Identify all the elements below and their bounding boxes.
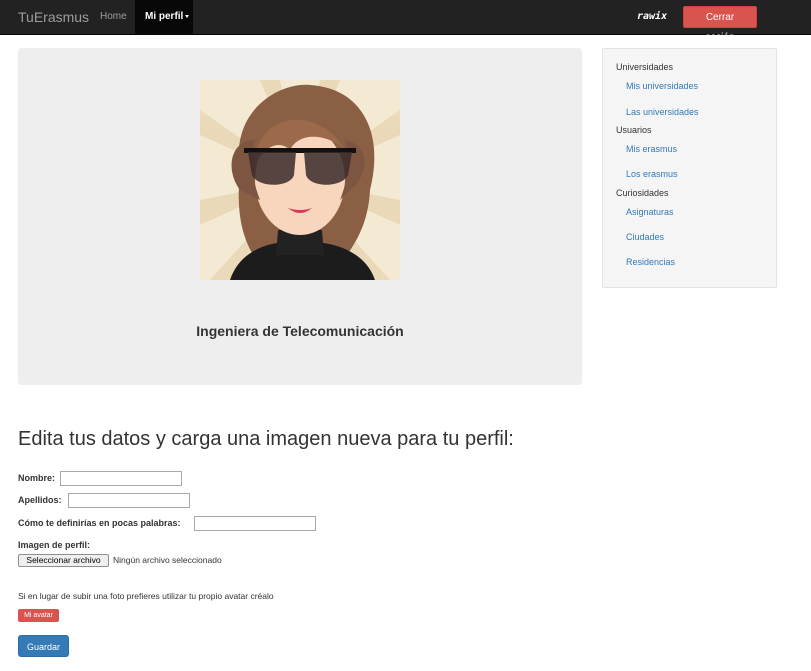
- caret-down-icon: [185, 14, 190, 18]
- sidebar-link-las-universidades[interactable]: Las universidades: [626, 107, 699, 117]
- sidebar-heading-universidades: Universidades: [616, 62, 674, 72]
- my-avatar-button[interactable]: Mi avatar: [18, 609, 59, 622]
- save-button[interactable]: Guardar: [18, 635, 69, 657]
- sidebar-link-asignaturas[interactable]: Asignaturas: [626, 207, 674, 217]
- sidebar-link-mis-erasmus[interactable]: Mis erasmus: [626, 144, 677, 154]
- nombre-input[interactable]: [60, 471, 182, 486]
- nav-profile-label: Mi perfil: [145, 11, 184, 22]
- nombre-label: Nombre:: [18, 473, 56, 483]
- sidebar-link-los-erasmus[interactable]: Los erasmus: [626, 169, 678, 179]
- definicion-input[interactable]: [194, 516, 316, 531]
- nav-profile-dropdown[interactable]: Mi perfil: [135, 0, 193, 35]
- avatar-hint: Si en lugar de subir una foto prefieres …: [18, 591, 274, 601]
- sidebar-link-residencias[interactable]: Residencias: [626, 257, 675, 267]
- apellidos-input[interactable]: [68, 493, 190, 508]
- sidebar-heading-curiosidades: Curiosidades: [616, 188, 669, 198]
- brand-link[interactable]: TuErasmus: [18, 0, 89, 35]
- logout-button[interactable]: Cerrar sesión: [683, 6, 757, 43]
- sidebar-heading-usuarios: Usuarios: [616, 125, 652, 135]
- file-select-button[interactable]: Seleccionar archivo: [18, 554, 109, 567]
- imagen-label: Imagen de perfil:: [18, 540, 91, 550]
- profile-card: Ingeniera de Telecomunicación: [18, 48, 582, 385]
- apellidos-label: Apellidos:: [18, 495, 62, 505]
- sidebar-link-ciudades[interactable]: Ciudades: [626, 232, 664, 242]
- username-label: rawix: [637, 11, 668, 22]
- form-title: Edita tus datos y carga una imagen nueva…: [18, 428, 514, 450]
- profile-avatar: [200, 80, 400, 280]
- definicion-label: Cómo te definirías en pocas palabras:: [18, 518, 181, 528]
- profile-title: Ingeniera de Telecomunicación: [196, 323, 404, 339]
- sidebar-nav: Universidades Mis universidades Las univ…: [602, 48, 777, 288]
- nav-home-link[interactable]: Home: [100, 0, 127, 35]
- navbar: TuErasmus Home Mi perfil rawix Cerrar se…: [0, 0, 811, 43]
- file-status: Ningún archivo seleccionado: [113, 555, 222, 565]
- sidebar-link-mis-universidades[interactable]: Mis universidades: [626, 81, 698, 91]
